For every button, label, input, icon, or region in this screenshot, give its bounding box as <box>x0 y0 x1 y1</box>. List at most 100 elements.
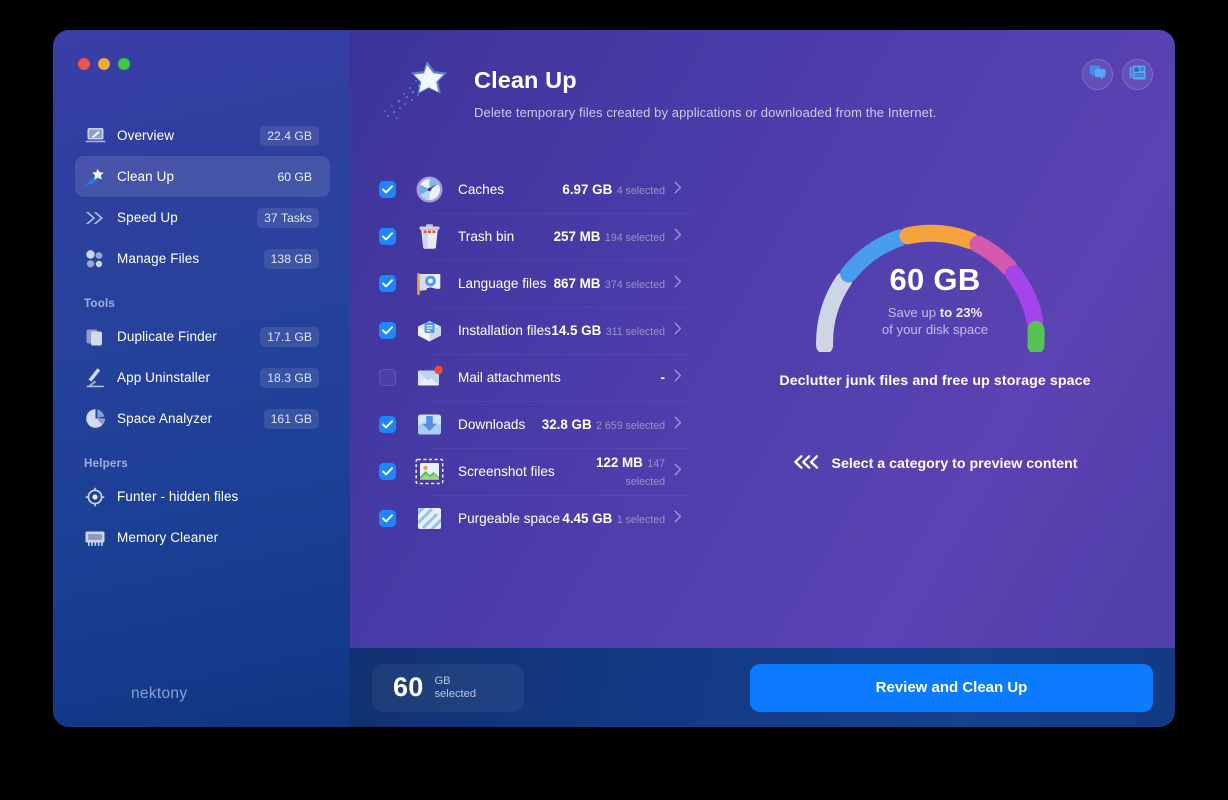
chevron-right-icon[interactable] <box>674 228 683 246</box>
sidebar-item-overview[interactable]: Overview 22.4 GB <box>75 115 330 156</box>
category-list: Caches 6.97 GB 4 selected Trash bin 257 … <box>350 148 695 648</box>
category-name: Trash bin <box>458 229 515 244</box>
chevron-right-icon[interactable] <box>674 369 683 387</box>
checkbox[interactable] <box>379 463 396 480</box>
purgeable-space-icon <box>415 504 444 533</box>
checkbox[interactable] <box>379 275 396 292</box>
sidebar-item-funter[interactable]: Funter - hidden files <box>75 476 330 517</box>
gauge-subtitle-lead: Save up <box>887 305 940 320</box>
category-name: Downloads <box>458 417 526 432</box>
category-name: Caches <box>458 182 505 197</box>
category-meta: 14.5 GB 311 selected <box>551 322 665 340</box>
declutter-message: Declutter junk files and free up storage… <box>779 373 1091 389</box>
sidebar-item-badge <box>305 535 319 541</box>
category-row-caches[interactable]: Caches 6.97 GB 4 selected <box>379 166 695 213</box>
duplicate-finder-icon <box>84 326 106 348</box>
checkbox[interactable] <box>379 369 396 386</box>
category-size: 32.8 GB <box>541 416 592 432</box>
category-meta: 32.8 GB 2 659 selected <box>542 416 665 434</box>
main-panel: Clean Up Delete temporary files created … <box>350 30 1175 727</box>
checkbox[interactable] <box>379 228 396 245</box>
category-selected: 311 selected <box>605 325 665 338</box>
chevron-right-icon[interactable] <box>674 322 683 340</box>
sidebar-item-speed-up[interactable]: Speed Up 37 Tasks <box>75 197 330 238</box>
checkbox[interactable] <box>379 181 396 198</box>
sidebar-item-badge: 18.3 GB <box>260 367 319 388</box>
select-category-label: Select a category to preview content <box>831 456 1078 472</box>
downloads-icon <box>415 410 444 439</box>
selected-size-number: 60 <box>393 672 424 702</box>
brand-logo: nektony <box>131 685 187 703</box>
minimize-button[interactable] <box>98 58 110 70</box>
review-and-clean-up-button[interactable]: Review and Clean Up <box>750 663 1153 712</box>
category-row-downloads[interactable]: Downloads 32.8 GB 2 659 selected <box>379 401 695 448</box>
category-meta: - <box>661 369 665 387</box>
selected-size-unit-label: GB <box>434 674 451 687</box>
category-row-purgeable-space[interactable]: Purgeable space 4.45 GB 1 selected <box>379 495 695 542</box>
sidebar-item-label: Speed Up <box>117 210 178 225</box>
checkbox[interactable] <box>379 416 396 433</box>
category-name: Mail attachments <box>458 370 561 385</box>
cleanup-star-icon <box>380 50 466 126</box>
sidebar-item-label: Space Analyzer <box>117 411 213 426</box>
brand-label: nektony <box>131 685 188 702</box>
zoom-button[interactable] <box>118 58 130 70</box>
speedup-icon <box>84 207 106 229</box>
select-category-hint[interactable]: Select a category to preview content <box>695 454 1175 474</box>
selected-size-box: 60 GB selected <box>372 663 524 712</box>
sidebar-item-memory-cleaner[interactable]: Memory Cleaner <box>75 517 330 558</box>
sidebar: Overview 22.4 GB Clean Up 60 GB Speed Up… <box>53 30 350 727</box>
category-size: 4.45 GB <box>562 510 613 526</box>
chevron-right-icon[interactable] <box>674 416 683 434</box>
window-traffic-lights <box>78 58 130 70</box>
chevron-right-icon[interactable] <box>674 463 683 481</box>
category-name: Purgeable space <box>458 511 561 526</box>
category-row-mail-attachments[interactable]: Mail attachments - <box>379 354 695 401</box>
mail-attachments-icon <box>415 363 444 392</box>
sidebar-item-label: Funter - hidden files <box>117 489 239 504</box>
checkbox[interactable] <box>379 510 396 527</box>
sidebar-item-manage-files[interactable]: Manage Files 138 GB <box>75 238 330 279</box>
sidebar-item-label: Overview <box>117 128 175 143</box>
sidebar-item-clean-up[interactable]: Clean Up 60 GB <box>75 156 330 197</box>
app-uninstaller-icon <box>84 367 106 389</box>
category-row-trash-bin[interactable]: Trash bin 257 MB 194 selected <box>379 213 695 260</box>
language-files-icon <box>415 269 444 298</box>
trash-bin-icon <box>415 222 444 251</box>
sidebar-item-label: Memory Cleaner <box>117 530 219 545</box>
category-row-screenshot-files[interactable]: Screenshot files 122 MB 147 selected <box>379 448 695 495</box>
category-meta: 257 MB 194 selected <box>554 228 665 246</box>
sidebar-nav: Overview 22.4 GB Clean Up 60 GB Speed Up… <box>53 115 350 558</box>
category-meta: 867 MB 374 selected <box>554 275 665 293</box>
sidebar-item-badge: 161 GB <box>263 408 319 429</box>
chat-icon <box>1089 65 1106 85</box>
sidebar-item-badge: 17.1 GB <box>260 326 319 347</box>
space-analyzer-icon <box>84 408 106 430</box>
checkbox[interactable] <box>379 322 396 339</box>
category-selected: 194 selected <box>604 231 665 244</box>
category-size: 867 MB <box>553 275 601 291</box>
sidebar-item-space-analyzer[interactable]: Space Analyzer 161 GB <box>75 398 330 439</box>
sidebar-item-duplicate-finder[interactable]: Duplicate Finder 17.1 GB <box>75 316 330 357</box>
screen: Overview 22.4 GB Clean Up 60 GB Speed Up… <box>0 0 1228 800</box>
sidebar-item-label: Duplicate Finder <box>117 329 217 344</box>
funter-icon <box>84 486 106 508</box>
sidebar-section-tools: Tools <box>84 297 116 310</box>
chat-button[interactable] <box>1082 59 1113 90</box>
sidebar-item-badge: 37 Tasks <box>257 207 319 228</box>
category-row-installation-files[interactable]: Installation files 14.5 GB 311 selected <box>379 307 695 354</box>
category-meta: 6.97 GB 4 selected <box>562 181 665 199</box>
chevron-right-icon[interactable] <box>674 181 683 199</box>
gauge-subtitle-percent: to 23% <box>939 305 983 320</box>
news-button[interactable] <box>1122 59 1153 90</box>
selected-size-unit: GB selected <box>434 675 476 701</box>
selected-size-caption: selected <box>434 687 477 700</box>
sidebar-item-app-uninstaller[interactable]: App Uninstaller 18.3 GB <box>75 357 330 398</box>
category-row-language-files[interactable]: Language files 867 MB 374 selected <box>379 260 695 307</box>
category-meta: 4.45 GB 1 selected <box>562 510 665 528</box>
memory-cleaner-icon <box>84 527 106 549</box>
chevron-right-icon[interactable] <box>674 275 683 293</box>
sidebar-item-label: Manage Files <box>117 251 200 266</box>
chevron-right-icon[interactable] <box>674 510 683 528</box>
close-button[interactable] <box>78 58 90 70</box>
